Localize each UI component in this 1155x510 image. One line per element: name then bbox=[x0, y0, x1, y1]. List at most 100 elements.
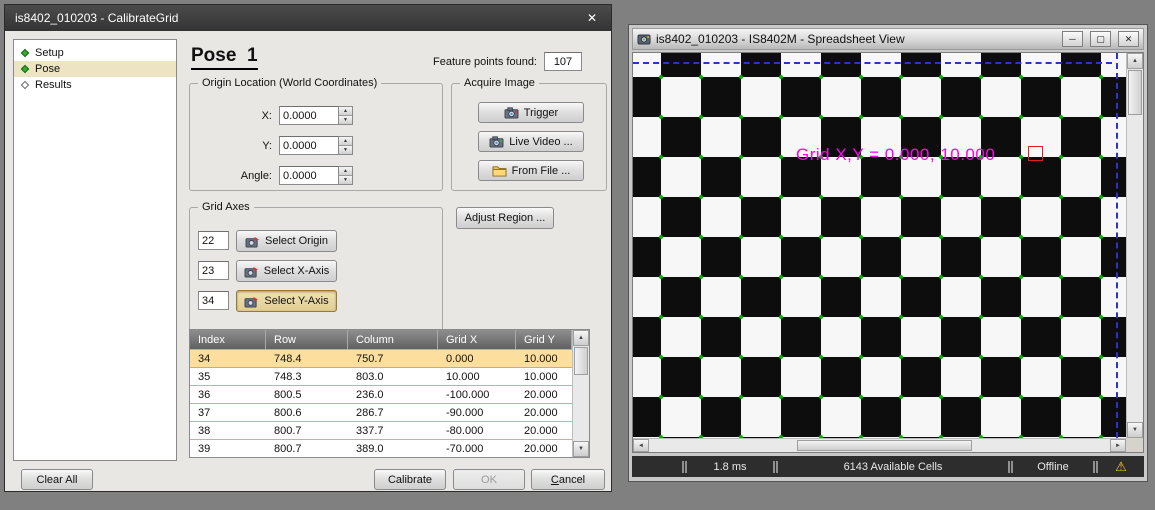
cell-grid-x: -100.000 bbox=[438, 386, 516, 403]
x-input[interactable] bbox=[279, 106, 339, 125]
ok-button[interactable]: OK bbox=[453, 469, 525, 490]
page-title: Pose 1 bbox=[191, 45, 258, 70]
camera-icon bbox=[504, 106, 519, 119]
angle-spinner[interactable]: ▲ ▼ bbox=[339, 166, 353, 185]
scrollbar-track[interactable] bbox=[573, 376, 589, 441]
close-icon[interactable]: ✕ bbox=[583, 11, 601, 25]
angle-label: Angle: bbox=[200, 170, 272, 182]
close-icon[interactable]: ✕ bbox=[1118, 31, 1139, 47]
button-label: Select Y-Axis bbox=[264, 295, 328, 307]
cell-index: 35 bbox=[190, 368, 266, 385]
horizontal-scrollbar[interactable]: ◄ ► bbox=[633, 438, 1126, 452]
spin-down-icon[interactable]: ▼ bbox=[339, 145, 352, 154]
spin-down-icon[interactable]: ▼ bbox=[339, 115, 352, 124]
scroll-left-icon[interactable]: ◄ bbox=[633, 439, 649, 452]
scrollbar-track[interactable] bbox=[649, 439, 1110, 452]
feature-points-table: Index Row Column Grid X Grid Y 34 748.4 … bbox=[189, 329, 590, 458]
cell-column: 803.0 bbox=[348, 368, 438, 385]
table-row[interactable]: 36 800.5 236.0 -100.000 20.000 bbox=[190, 386, 572, 404]
cell-grid-y: 20.000 bbox=[516, 422, 572, 439]
trigger-button[interactable]: Trigger bbox=[478, 102, 584, 123]
calibrate-button[interactable]: Calibrate bbox=[374, 469, 446, 490]
y-input[interactable] bbox=[279, 136, 339, 155]
y-axis-index-input[interactable] bbox=[198, 291, 229, 310]
acquire-image-group: Acquire Image Trigger Live Video ... bbox=[451, 83, 607, 191]
image-viewport[interactable]: Grid X,Y = 0.000, 10.000 bbox=[633, 53, 1126, 438]
clear-all-button[interactable]: Clear All bbox=[21, 469, 93, 490]
col-column: Column bbox=[348, 330, 438, 349]
cell-grid-y: 20.000 bbox=[516, 440, 572, 457]
minimize-icon[interactable]: ─ bbox=[1062, 31, 1083, 47]
status-mode: Offline bbox=[1013, 456, 1093, 477]
tree-item-results[interactable]: Results bbox=[14, 77, 176, 93]
maximize-icon[interactable]: ▢ bbox=[1090, 31, 1111, 47]
cell-column: 286.7 bbox=[348, 404, 438, 421]
cell-grid-x: -80.000 bbox=[438, 422, 516, 439]
tree-item-pose[interactable]: Pose bbox=[14, 61, 176, 77]
scrollbar-thumb[interactable] bbox=[1128, 70, 1142, 115]
angle-input[interactable] bbox=[279, 166, 339, 185]
select-x-axis-button[interactable]: Select X-Axis bbox=[236, 260, 337, 282]
button-label: Clear All bbox=[37, 474, 78, 486]
spreadsheet-titlebar[interactable]: is8402_010203 - IS8402M - Spreadsheet Vi… bbox=[632, 28, 1144, 50]
button-label: Calibrate bbox=[388, 474, 432, 486]
table-row[interactable]: 39 800.7 389.0 -70.000 20.000 bbox=[190, 440, 572, 457]
cell-grid-y: 20.000 bbox=[516, 386, 572, 403]
folder-icon bbox=[492, 164, 507, 177]
cancel-button[interactable]: Cancel bbox=[531, 469, 605, 490]
cell-row: 748.4 bbox=[266, 350, 348, 367]
scroll-right-icon[interactable]: ► bbox=[1110, 439, 1126, 452]
cell-grid-x: -90.000 bbox=[438, 404, 516, 421]
live-video-button[interactable]: Live Video ... bbox=[478, 131, 584, 152]
cell-grid-y: 10.000 bbox=[516, 350, 572, 367]
table-row[interactable]: 34 748.4 750.7 0.000 10.000 bbox=[190, 349, 572, 368]
cell-index: 37 bbox=[190, 404, 266, 421]
x-axis-index-input[interactable] bbox=[198, 261, 229, 280]
scroll-up-icon[interactable]: ▲ bbox=[573, 330, 589, 346]
from-file-button[interactable]: From File ... bbox=[478, 160, 584, 181]
spin-up-icon[interactable]: ▲ bbox=[339, 107, 352, 115]
cell-row: 800.7 bbox=[266, 422, 348, 439]
table-body: Index Row Column Grid X Grid Y 34 748.4 … bbox=[190, 330, 572, 457]
status-bar: 1.8 ms 6143 Available Cells Offline ⚠ bbox=[632, 456, 1144, 477]
tree-item-label: Setup bbox=[35, 47, 64, 59]
cell-row: 800.7 bbox=[266, 440, 348, 457]
scrollbar-track[interactable] bbox=[1127, 116, 1143, 422]
cell-row: 800.6 bbox=[266, 404, 348, 421]
table-row[interactable]: 35 748.3 803.0 10.000 10.000 bbox=[190, 368, 572, 386]
cell-grid-y: 10.000 bbox=[516, 368, 572, 385]
scrollbar-thumb[interactable] bbox=[797, 440, 972, 451]
x-spinner[interactable]: ▲ ▼ bbox=[339, 106, 353, 125]
table-header-row: Index Row Column Grid X Grid Y bbox=[190, 330, 572, 349]
select-origin-button[interactable]: Select Origin bbox=[236, 230, 337, 252]
button-label: Live Video ... bbox=[509, 136, 572, 148]
button-label: Adjust Region ... bbox=[465, 212, 546, 224]
scroll-down-icon[interactable]: ▼ bbox=[1127, 422, 1143, 438]
cell-index: 36 bbox=[190, 386, 266, 403]
vertical-scrollbar[interactable]: ▲ ▼ bbox=[1126, 53, 1143, 438]
warning-icon[interactable]: ⚠ bbox=[1098, 456, 1144, 477]
spin-down-icon[interactable]: ▼ bbox=[339, 175, 352, 184]
tree-item-setup[interactable]: Setup bbox=[14, 45, 176, 61]
calibrategrid-titlebar[interactable]: is8402_010203 - CalibrateGrid ✕ bbox=[5, 5, 611, 31]
table-row[interactable]: 37 800.6 286.7 -90.000 20.000 bbox=[190, 404, 572, 422]
origin-index-input[interactable] bbox=[198, 231, 229, 250]
image-area: Grid X,Y = 0.000, 10.000 ▲ ▼ ◄ ► bbox=[632, 52, 1144, 453]
scroll-down-icon[interactable]: ▼ bbox=[573, 441, 589, 457]
cell-index: 39 bbox=[190, 440, 266, 457]
feature-points-value: 107 bbox=[544, 52, 582, 71]
y-spinner[interactable]: ▲ ▼ bbox=[339, 136, 353, 155]
x-label: X: bbox=[200, 110, 272, 122]
scroll-up-icon[interactable]: ▲ bbox=[1127, 53, 1143, 69]
spin-up-icon[interactable]: ▲ bbox=[339, 167, 352, 175]
select-y-axis-button[interactable]: Select Y-Axis bbox=[236, 290, 337, 312]
cell-grid-x: 10.000 bbox=[438, 368, 516, 385]
region-line-right bbox=[1116, 53, 1118, 438]
table-row[interactable]: 38 800.7 337.7 -80.000 20.000 bbox=[190, 422, 572, 440]
table-scrollbar[interactable]: ▲ ▼ bbox=[572, 330, 589, 457]
adjust-region-button[interactable]: Adjust Region ... bbox=[456, 207, 554, 229]
scrollbar-thumb[interactable] bbox=[574, 347, 588, 375]
feature-points-label: Feature points found: bbox=[365, 56, 537, 68]
spin-up-icon[interactable]: ▲ bbox=[339, 137, 352, 145]
status-acquisition-time: 1.8 ms bbox=[687, 456, 773, 477]
